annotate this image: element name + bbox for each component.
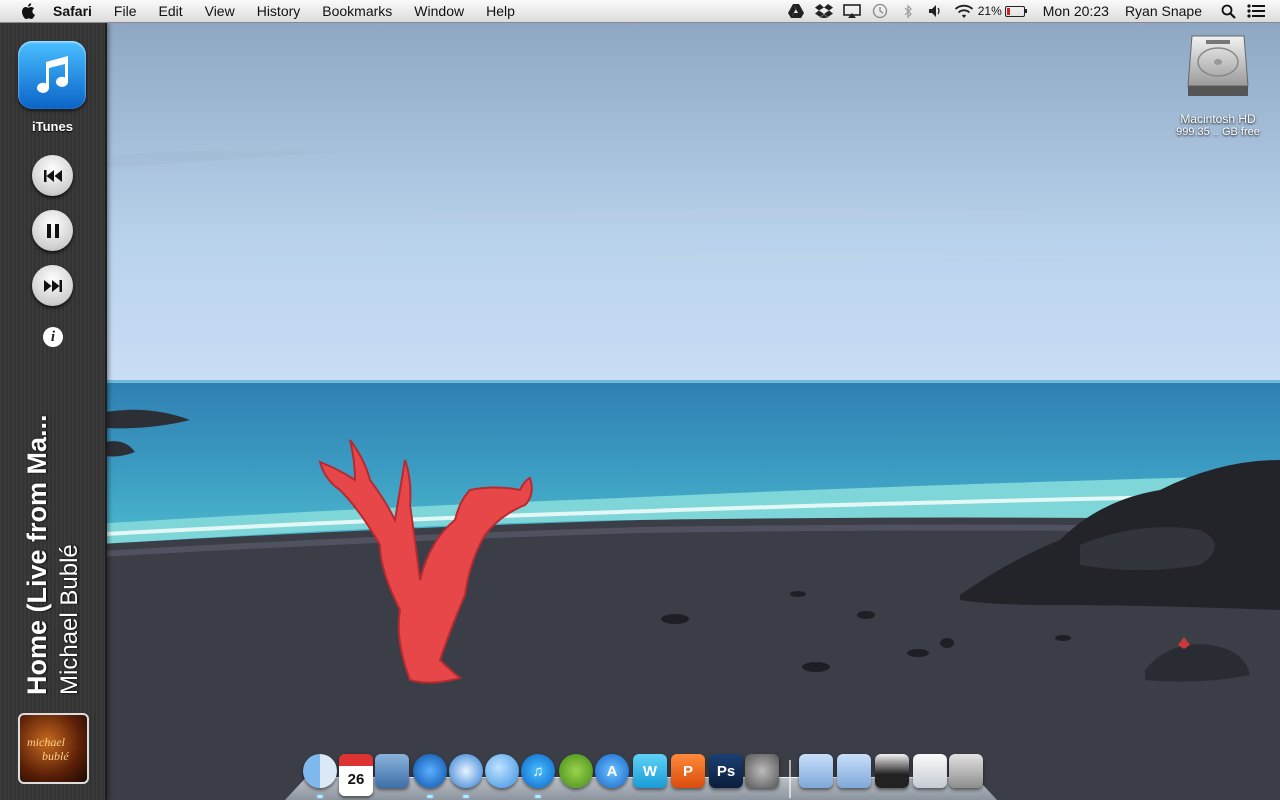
battery-icon xyxy=(1004,5,1025,17)
dock-mail-stack-icon[interactable] xyxy=(913,754,947,788)
menu-bar: Safari File Edit View History Bookmarks … xyxy=(0,0,1280,23)
drive-free-space: 999.35 .. GB free xyxy=(1176,126,1260,138)
dock-word-icon[interactable]: W xyxy=(633,754,667,788)
dock-finder-icon[interactable] xyxy=(303,754,337,788)
bluetooth-icon[interactable] xyxy=(896,0,920,22)
dropbox-icon[interactable] xyxy=(812,0,836,22)
pause-button[interactable] xyxy=(32,210,73,251)
volume-icon[interactable] xyxy=(924,0,948,22)
airplay-icon[interactable] xyxy=(840,0,864,22)
menu-history[interactable]: History xyxy=(246,0,312,22)
itunes-app-icon[interactable] xyxy=(18,41,86,109)
battery-indicator[interactable]: 21% xyxy=(978,4,1027,18)
dock-powerpoint-icon[interactable]: P xyxy=(671,754,705,788)
drive-name: Macintosh HD xyxy=(1180,112,1256,126)
itunes-widget: iTunes i Home (Live from Ma... Michael B… xyxy=(0,23,107,800)
dock-downloads-stack-icon[interactable] xyxy=(875,754,909,788)
dock-applications-folder-icon[interactable] xyxy=(837,754,871,788)
spotlight-icon[interactable] xyxy=(1216,0,1240,22)
dock-calendar-icon[interactable]: 26 xyxy=(339,754,373,796)
apple-menu-icon[interactable] xyxy=(17,0,39,22)
dock-running-indicator xyxy=(535,795,541,798)
menu-bookmarks[interactable]: Bookmarks xyxy=(311,0,403,22)
dock-running-indicator xyxy=(463,795,469,798)
dock-photoshop-icon[interactable]: Ps xyxy=(709,754,743,788)
dock-itunes-icon[interactable]: ♫ xyxy=(521,754,555,788)
menu-view[interactable]: View xyxy=(194,0,246,22)
dock-documents-folder-icon[interactable] xyxy=(799,754,833,788)
pause-icon xyxy=(46,223,59,238)
menu-app-name[interactable]: Safari xyxy=(53,0,103,22)
hard-drive-icon[interactable] xyxy=(1186,30,1250,100)
dock-messages-icon[interactable] xyxy=(485,754,519,788)
previous-button[interactable] xyxy=(32,155,73,196)
google-drive-icon[interactable] xyxy=(784,0,808,22)
macintosh-hd-icon[interactable]: Macintosh HD 999.35 .. GB free xyxy=(1160,30,1276,138)
dock: 26 ♫ A W P Ps xyxy=(285,752,997,800)
song-title: Home (Live from Ma... xyxy=(22,414,52,695)
menu-window[interactable]: Window xyxy=(403,0,475,22)
time-machine-icon[interactable] xyxy=(868,0,892,22)
wifi-icon[interactable] xyxy=(952,0,976,22)
album-art-text: bublé xyxy=(42,749,69,763)
dock-separator xyxy=(789,760,791,798)
previous-icon xyxy=(43,169,62,182)
menubar-clock[interactable]: Mon 20:23 xyxy=(1043,3,1109,19)
dock-app-store-icon[interactable]: A xyxy=(595,754,629,788)
next-icon xyxy=(43,279,62,292)
menu-edit[interactable]: Edit xyxy=(147,0,193,22)
desktop-wallpaper xyxy=(0,23,1280,800)
menu-help[interactable]: Help xyxy=(475,0,526,22)
dock-running-indicator xyxy=(317,795,323,798)
dock-trash-icon[interactable] xyxy=(949,754,983,788)
status-area: 21% Mon 20:23 Ryan Snape xyxy=(782,0,1280,22)
notification-center-icon[interactable] xyxy=(1244,0,1268,22)
next-button[interactable] xyxy=(32,265,73,306)
album-art-text: michael xyxy=(27,735,65,749)
info-icon[interactable]: i xyxy=(43,327,63,347)
album-art[interactable]: michael bublé xyxy=(18,713,89,784)
dock-running-indicator xyxy=(427,795,433,798)
dock-preview-icon[interactable] xyxy=(375,754,409,788)
dock-spotify-icon[interactable] xyxy=(559,754,593,788)
menu-file[interactable]: File xyxy=(103,0,148,22)
menubar-user[interactable]: Ryan Snape xyxy=(1125,3,1202,19)
song-artist: Michael Bublé xyxy=(56,544,83,695)
battery-percent: 21% xyxy=(977,4,1002,18)
dock-system-preferences-icon[interactable] xyxy=(745,754,779,788)
dock-safari-icon[interactable] xyxy=(449,754,483,788)
dock-team-viewer-icon[interactable] xyxy=(413,754,447,788)
itunes-label: iTunes xyxy=(32,119,73,134)
